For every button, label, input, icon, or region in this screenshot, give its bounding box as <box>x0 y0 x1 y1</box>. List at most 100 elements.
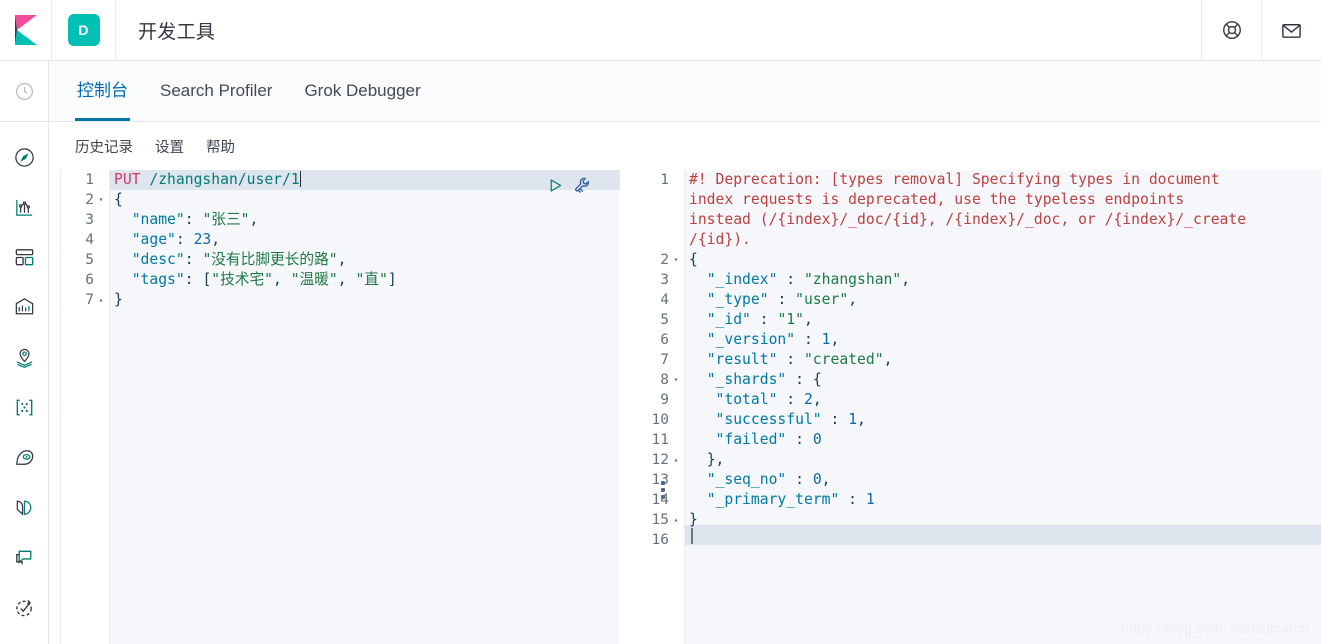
subnav-settings[interactable]: 设置 <box>155 136 184 157</box>
dashboard-grid-icon <box>15 248 33 265</box>
code-line: 1 #! Deprecation: [types removal] Specify… <box>625 170 1321 190</box>
line-number: 3 <box>85 212 94 228</box>
line-text: "_shards" : { <box>706 371 822 388</box>
line-number: 10 <box>651 412 669 428</box>
infrastructure-eye-icon <box>15 449 33 465</box>
sidebar-item-machine-learning[interactable] <box>0 382 48 432</box>
line-number: 7 <box>85 292 94 308</box>
fold-toggle-icon[interactable]: ▴ <box>671 510 681 530</box>
help-button[interactable] <box>1201 0 1261 60</box>
primary-navigation-rail <box>0 61 49 644</box>
line-number: 2 <box>85 192 94 208</box>
sidebar-item-maps[interactable] <box>0 332 48 382</box>
sidebar-item-visualize[interactable] <box>0 182 48 232</box>
line-number: 4 <box>85 232 94 248</box>
watermark: https://blog.csdn.net/sumatch <box>1121 620 1309 636</box>
line-text: "_seq_no" : 0, <box>706 471 831 488</box>
logs-pages-icon <box>16 500 31 516</box>
code-line: 10 "successful" : 1, <box>625 410 1321 430</box>
code-line: index requests is deprecated, use the ty… <box>625 190 1321 210</box>
machine-learning-nodes-icon <box>16 399 32 415</box>
fold-toggle-icon[interactable]: ▾ <box>96 190 106 210</box>
sidebar-item-discover[interactable] <box>0 132 48 182</box>
tab-grok-debugger[interactable]: Grok Debugger <box>302 61 422 121</box>
request-editor[interactable]: 1 PUT /zhangshan/user/1 2 ▾ {3 "name": "张三",… <box>60 170 620 644</box>
line-text: } <box>114 291 123 308</box>
code-line: 4 "_type" : "user", <box>625 290 1321 310</box>
console-editors: 1 PUT /zhangshan/user/1 2 ▾{3 "name": "张三",… <box>49 170 1321 644</box>
line-number: 6 <box>660 332 669 348</box>
code-line: 1 PUT /zhangshan/user/1 <box>61 170 619 190</box>
line-number: 15 <box>651 512 669 528</box>
code-line: 6 "tags": ["技术宅", "温暖", "直"] <box>61 270 619 290</box>
line-text: "_index" : "zhangshan", <box>706 271 911 288</box>
line-number: 8 <box>660 372 669 388</box>
tab-console[interactable]: 控制台 <box>75 61 130 121</box>
code-line: /{id}). <box>625 230 1321 250</box>
recently-viewed-button[interactable] <box>0 61 48 122</box>
line-number: 12 <box>651 452 669 468</box>
tab-search-profiler[interactable]: Search Profiler <box>158 61 274 121</box>
fold-toggle-icon[interactable]: ▴ <box>671 450 681 470</box>
line-number: 9 <box>660 392 669 408</box>
code-line: 13 "_seq_no" : 0, <box>625 470 1321 490</box>
line-text: { <box>689 251 698 268</box>
console-subnav: 历史记录 设置 帮助 <box>49 122 1321 170</box>
line-text: "_primary_term" : 1 <box>706 491 875 508</box>
line-text: "age": 23, <box>131 231 221 248</box>
pane-resize-handle[interactable] <box>658 475 668 505</box>
line-text: "successful" : 1, <box>715 411 866 428</box>
code-line: 3 "name": "张三", <box>61 210 619 230</box>
sidebar-item-infrastructure[interactable] <box>0 432 48 482</box>
fold-toggle-icon[interactable]: ▾ <box>671 250 681 270</box>
request-code[interactable]: 1 PUT /zhangshan/user/1 2 ▾ {3 "name": "张三",… <box>61 170 619 310</box>
devtools-tab-bar: 控制台 Search Profiler Grok Debugger <box>49 61 1321 122</box>
line-number: 5 <box>85 252 94 268</box>
wrench-settings-icon[interactable] <box>573 176 592 195</box>
rail-item-list <box>0 122 48 632</box>
help-lifebuoy-icon <box>1222 21 1241 39</box>
run-play-icon[interactable] <box>547 177 564 194</box>
sidebar-item-logs[interactable] <box>0 482 48 532</box>
code-line: instead (/{index}/_doc/{id}, /{index}/_d… <box>625 210 1321 230</box>
kibana-dev-tools-window: D 开发工具 控制台 Search Profiler Grok Debugger… <box>0 0 1321 644</box>
visualize-chart-icon <box>15 199 32 216</box>
line-text: "total" : 2, <box>715 391 822 408</box>
line-text: "_version" : 1, <box>706 331 840 348</box>
line-number: 6 <box>85 272 94 288</box>
kibana-home-button[interactable] <box>0 0 52 60</box>
notifications-button[interactable] <box>1261 0 1321 60</box>
line-text: "failed" : 0 <box>715 431 822 448</box>
code-line: 5 "desc": "没有比脚更长的路", <box>61 250 619 270</box>
sidebar-item-canvas[interactable] <box>0 282 48 332</box>
line-text: #! Deprecation: [types removal] Specifyi… <box>689 171 1220 188</box>
code-line: 4 "age": 23, <box>61 230 619 250</box>
sidebar-item-dashboard[interactable] <box>0 232 48 282</box>
line-number: 2 <box>660 252 669 268</box>
page-title: 开发工具 <box>138 21 216 43</box>
line-number: 3 <box>660 272 669 288</box>
space-selector-button[interactable]: D <box>52 0 116 60</box>
maps-location-icon <box>16 348 32 368</box>
response-viewer[interactable]: 1 #! Deprecation: [types removal] Specify… <box>625 170 1321 644</box>
line-text: "_id" : "1", <box>706 311 813 328</box>
sidebar-item-uptime[interactable] <box>0 582 48 632</box>
line-text: "tags": ["技术宅", "温暖", "直"] <box>131 271 397 288</box>
subnav-help[interactable]: 帮助 <box>206 136 235 157</box>
line-text: { <box>114 191 123 208</box>
apm-monitor-icon <box>15 550 31 564</box>
code-line: 16 <box>625 530 1321 550</box>
fold-toggle-icon[interactable]: ▴ <box>96 290 106 310</box>
fold-toggle-icon[interactable]: ▾ <box>671 370 681 390</box>
line-text: index requests is deprecated, use the ty… <box>689 191 1185 208</box>
sidebar-item-apm[interactable] <box>0 532 48 582</box>
subnav-history[interactable]: 历史记录 <box>75 136 133 157</box>
code-line: 11 "failed" : 0 <box>625 430 1321 450</box>
code-line: 3 "_index" : "zhangshan", <box>625 270 1321 290</box>
line-text: "desc": "没有比脚更长的路", <box>131 251 347 268</box>
line-text: "_type" : "user", <box>706 291 858 308</box>
handle-dot <box>661 495 665 499</box>
handle-dot <box>661 481 665 485</box>
line-text: instead (/{index}/_doc/{id}, /{index}/_d… <box>689 211 1247 228</box>
line-number: 7 <box>660 352 669 368</box>
